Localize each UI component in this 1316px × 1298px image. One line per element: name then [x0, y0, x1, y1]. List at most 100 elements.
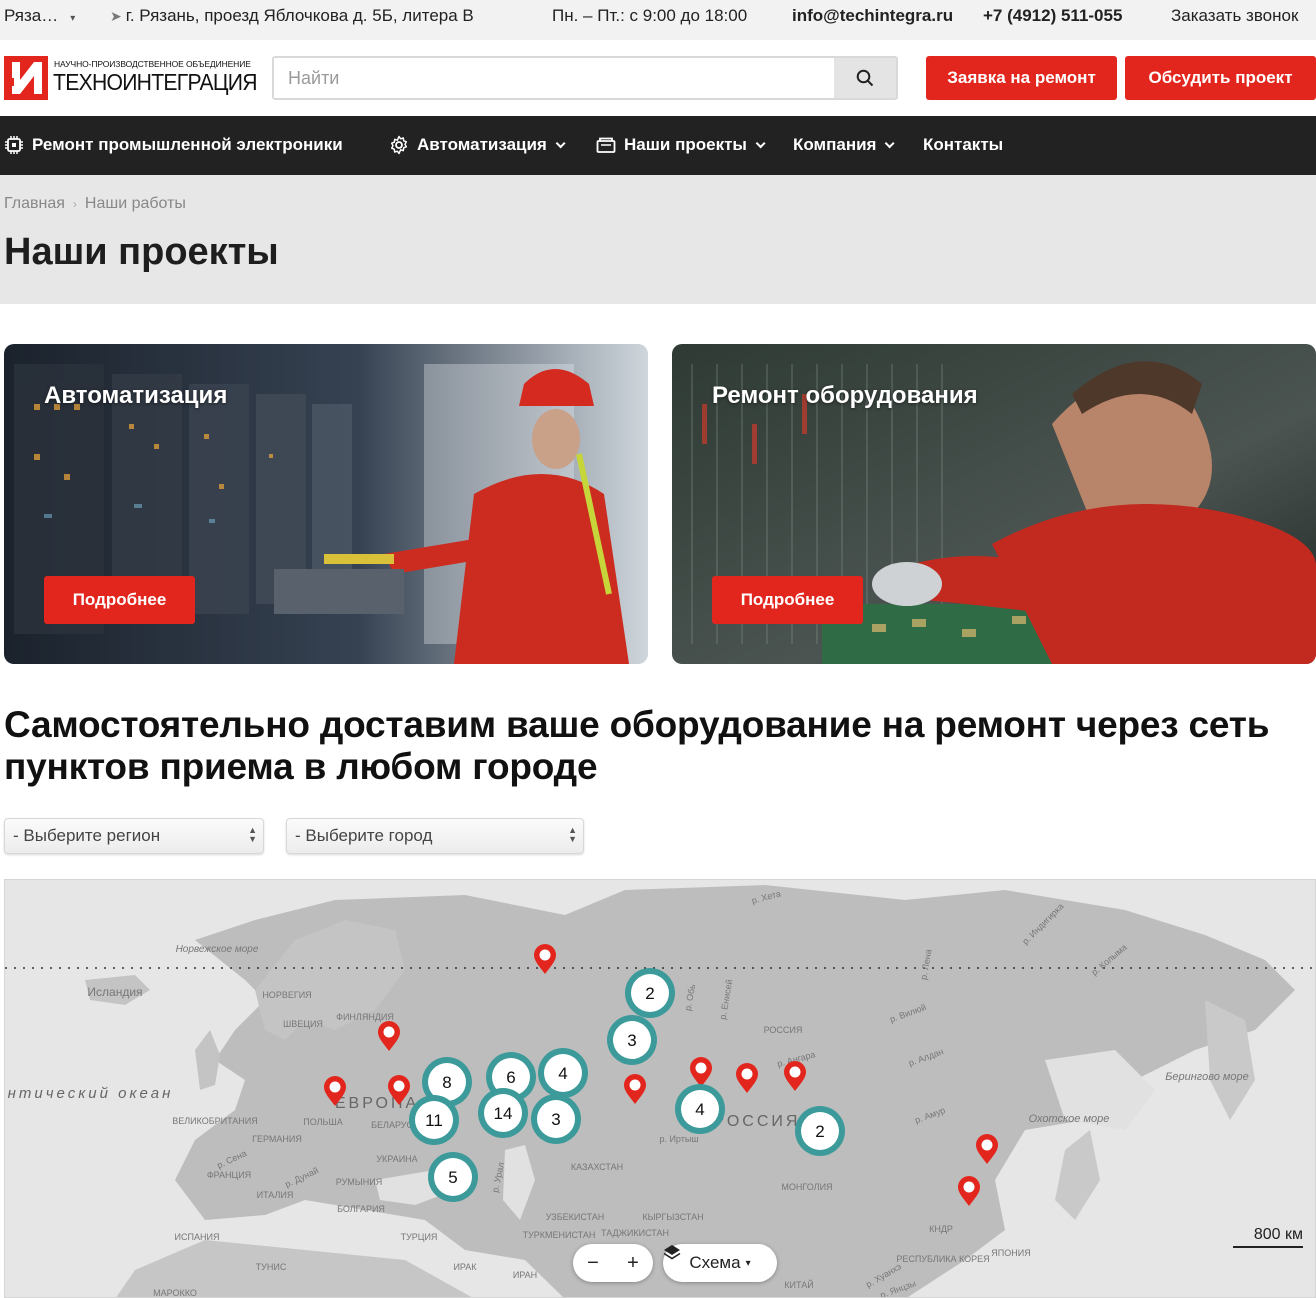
chevron-down-icon: ▾	[745, 1257, 751, 1269]
more-button[interactable]: Подробнее	[712, 576, 863, 624]
map-label-tunisia: ТУНИС	[256, 1262, 287, 1272]
map-scale: 800 км	[1233, 1226, 1303, 1248]
map-cluster-count: 2	[815, 1122, 824, 1141]
map-label-iraq: ИРАК	[453, 1262, 477, 1272]
chevron-down-icon	[755, 137, 766, 148]
map-label-atlantic: Атлантический океан	[5, 1085, 173, 1102]
search-icon	[856, 69, 874, 87]
page-header: Главная › Наши работы Наши проекты	[0, 175, 1316, 304]
discuss-project-button[interactable]: Обсудить проект	[1125, 56, 1316, 100]
callback-link[interactable]: Заказать звонок	[1171, 6, 1298, 26]
nav-label: Автоматизация	[417, 135, 547, 154]
map-label-japan: ЯПОНИЯ	[991, 1248, 1030, 1258]
company-logo[interactable]: НАУЧНО-ПРОИЗВОДСТВЕННОЕ ОБЪЕДИНЕНИЕ ТЕХН…	[4, 56, 258, 102]
repair-request-button[interactable]: Заявка на ремонт	[926, 56, 1117, 100]
address-text: г. Рязань, проезд Яблочкова д. 5Б, литер…	[125, 6, 474, 25]
map-scale-bar	[1233, 1246, 1303, 1248]
card-automation[interactable]: Автоматизация Подробнее	[4, 344, 648, 664]
map-cluster[interactable]: 4	[538, 1048, 588, 1098]
nav-item-repair[interactable]: Ремонт промышленной электроники	[4, 135, 343, 155]
map-label-turkey: ТУРЦИЯ	[401, 1232, 438, 1242]
nav-item-projects[interactable]: Наши проекты	[596, 135, 766, 155]
map-label-norway: НОРВЕГИЯ	[262, 990, 311, 1000]
map-label-mongolia: МОНГОЛИЯ	[781, 1182, 832, 1192]
zoom-in-button[interactable]: +	[627, 1252, 639, 1275]
card-title: Автоматизация	[44, 382, 228, 409]
top-bar: Ряза… ▾ ➤ г. Рязань, проезд Яблочкова д. 5…	[0, 0, 1316, 40]
map-label-iran: ИРАН	[513, 1270, 537, 1280]
map-label-sweden: ШВЕЦИЯ	[283, 1019, 323, 1029]
map-layer-button[interactable]: Схема ▾	[663, 1244, 777, 1282]
map-cluster-count: 8	[442, 1073, 451, 1092]
search-bar	[272, 56, 898, 100]
map-label-bering-sea: Берингово море	[1165, 1071, 1249, 1083]
region-select-value: - Выберите регион	[13, 826, 161, 845]
map-label-uk: ВЕЛИКОБРИТАНИЯ	[172, 1116, 258, 1126]
map-label-iceland: Исландия	[87, 985, 142, 999]
logo-subtitle: НАУЧНО-ПРОИЗВОДСТВЕННОЕ ОБЪЕДИНЕНИЕ	[54, 59, 251, 69]
map-cluster[interactable]: 2	[795, 1106, 845, 1156]
phone-link[interactable]: +7 (4912) 511-055	[983, 6, 1122, 26]
map-cluster-count: 3	[551, 1110, 560, 1129]
map-label-france: ФРАНЦИЯ	[207, 1170, 251, 1180]
map-cluster-count: 5	[448, 1168, 457, 1187]
nav-label: Контакты	[923, 135, 1004, 154]
map-label-russia-big: РОССИЯ	[714, 1113, 801, 1130]
map-label-korea: РЕСПУБЛИКА КОРЕЯ	[896, 1254, 989, 1264]
city-select-value: - Выберите город	[295, 826, 433, 845]
map-cluster[interactable]: 3	[531, 1094, 581, 1144]
breadcrumb-home[interactable]: Главная	[4, 195, 65, 212]
map-label-spain: ИСПАНИЯ	[175, 1232, 220, 1242]
map-label-kazakhstan: КАЗАХСТАН	[571, 1162, 623, 1172]
map-cluster-count: 2	[645, 984, 654, 1003]
pickup-points-map[interactable]: Норвежское море Исландия НОРВЕГИЯ ФИНЛЯНДИЯ…	[4, 879, 1316, 1298]
nav-label: Ремонт промышленной электроники	[32, 135, 343, 154]
map-canvas: Норвежское море Исландия НОРВЕГИЯ ФИНЛЯНДИЯ…	[5, 880, 1315, 1298]
zoom-out-button[interactable]: −	[587, 1252, 599, 1275]
city-selector[interactable]: Ряза… ▾	[4, 6, 75, 26]
search-input[interactable]	[274, 58, 836, 98]
nav-item-automation[interactable]: Автоматизация	[389, 135, 566, 155]
map-label-kyrgyzstan: КЫРГЫЗСТАН	[642, 1212, 703, 1222]
map-label-norway-sea: Норвежское море	[176, 944, 259, 955]
map-label-europe: ЕВРОПА	[335, 1095, 419, 1112]
card-equipment-repair[interactable]: Ремонт оборудования Подробнее	[672, 344, 1316, 664]
map-label-china: КИТАЙ	[784, 1279, 813, 1290]
nav-item-contacts[interactable]: Контакты	[923, 135, 1003, 155]
location-arrow-icon: ➤	[110, 8, 122, 24]
delivery-heading: Самостоятельно доставим ваше оборудовани…	[4, 704, 1270, 787]
map-label-uzbekistan: УЗБЕКИСТАН	[546, 1212, 604, 1222]
map-cluster-count: 4	[558, 1064, 567, 1083]
select-arrows-icon: ▲ ▼	[568, 825, 577, 844]
chip-icon	[5, 136, 23, 154]
map-cluster[interactable]: 11	[409, 1095, 459, 1145]
search-button[interactable]	[834, 58, 896, 98]
map-label-finland: ФИНЛЯНДИЯ	[336, 1012, 394, 1022]
map-label-turkmenistan: ТУРКМЕНИСТАН	[523, 1230, 596, 1240]
map-label-okhotsk-sea: Охотское море	[1029, 1113, 1110, 1125]
map-label-bulgaria: БОЛГАРИЯ	[337, 1204, 385, 1214]
map-cluster[interactable]: 2	[625, 968, 675, 1018]
map-cluster[interactable]: 4	[675, 1084, 725, 1134]
map-label-romania: РУМЫНИЯ	[336, 1177, 382, 1187]
email-link[interactable]: info@techintegra.ru	[792, 6, 953, 26]
map-cluster[interactable]: 3	[607, 1015, 657, 1065]
city-select[interactable]: - Выберите город ▲ ▼	[286, 818, 584, 854]
map-label-italy: ИТАЛИЯ	[257, 1190, 294, 1200]
nav-label: Наши проекты	[624, 135, 747, 154]
map-label-tajikistan: ТАДЖИКИСТАН	[601, 1228, 669, 1238]
region-select[interactable]: - Выберите регион ▲ ▼	[4, 818, 264, 854]
map-cluster[interactable]: 14	[478, 1088, 528, 1138]
more-button[interactable]: Подробнее	[44, 576, 195, 624]
map-cluster[interactable]: 5	[428, 1152, 478, 1202]
map-cluster-count: 6	[506, 1068, 515, 1087]
breadcrumb-separator-icon: ›	[72, 197, 77, 211]
address: ➤ г. Рязань, проезд Яблочкова д. 5Б, лите…	[110, 6, 474, 26]
card-title: Ремонт оборудования	[712, 382, 978, 409]
map-cluster-count: 14	[494, 1104, 513, 1123]
portfolio-icon	[596, 137, 616, 153]
map-label-morocco: МАРОККО	[153, 1288, 197, 1298]
map-label-poland: ПОЛЬША	[303, 1117, 342, 1127]
nav-item-company[interactable]: Компания	[793, 135, 896, 155]
map-cluster-count: 11	[425, 1111, 443, 1130]
